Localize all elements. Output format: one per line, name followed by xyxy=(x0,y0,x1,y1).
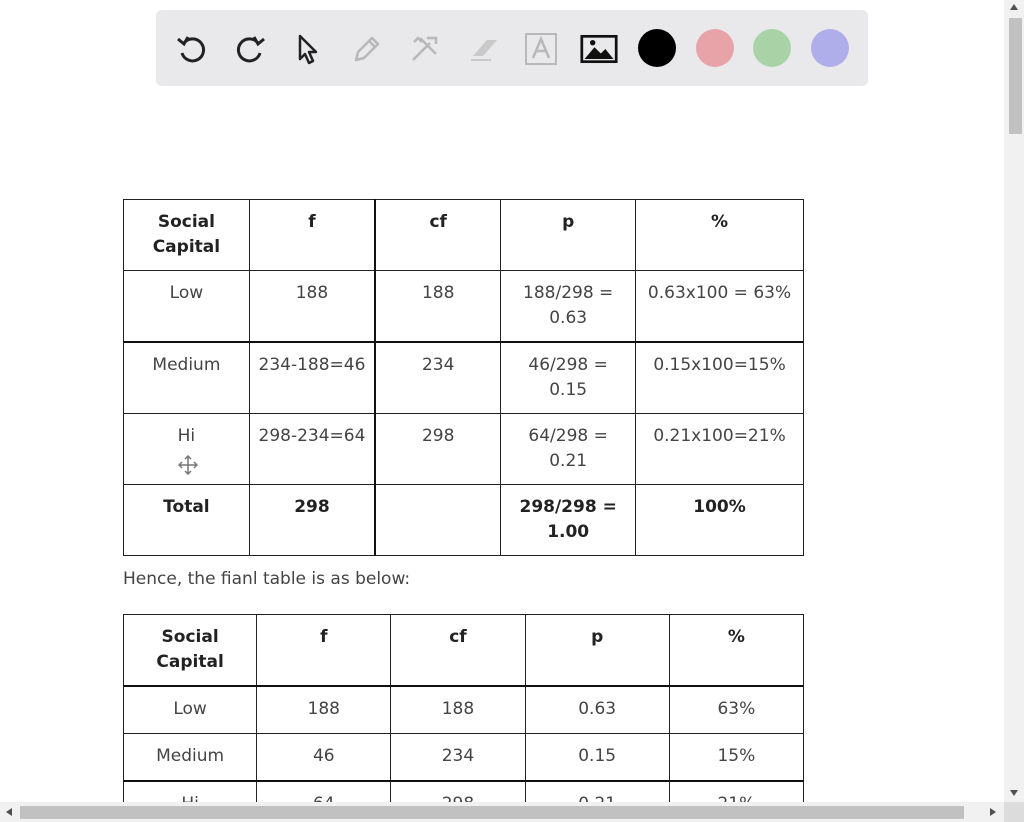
table-cell: 0.21 xyxy=(524,780,670,802)
table-row: Medium 234-188=46 234 46/298 = 0.15 0.15… xyxy=(123,341,804,414)
color-swatch-black[interactable] xyxy=(638,29,676,67)
table-cell: 100% xyxy=(635,484,804,556)
table-cell: 234 xyxy=(374,341,502,414)
table-cell: 188 xyxy=(256,685,392,734)
scrollbar-corner xyxy=(1004,802,1024,822)
color-swatch-purple[interactable] xyxy=(811,29,849,67)
table-header-row: Social Capital f cf p % xyxy=(122,614,805,687)
table-cell: 234 xyxy=(390,733,526,782)
table-cell: 46 xyxy=(256,733,392,782)
table-cell: 46/298 = 0.15 xyxy=(500,341,637,414)
table-row: Hi 64 298 0.21 21% xyxy=(122,780,805,802)
table-cell: 0.21x100=21% xyxy=(635,413,804,485)
undo-icon[interactable] xyxy=(173,30,211,68)
table-cell: 188 xyxy=(390,685,526,734)
scroll-right-icon[interactable] xyxy=(990,808,996,816)
table-row: Medium 46 234 0.15 15% xyxy=(122,733,805,782)
header-cell: p xyxy=(524,614,670,687)
vertical-scroll-thumb[interactable] xyxy=(1009,18,1022,134)
table-cell: Low xyxy=(123,270,250,343)
scroll-up-icon[interactable] xyxy=(1010,4,1018,10)
final-table: Social Capital f cf p % Low 188 188 0.63… xyxy=(122,614,805,802)
table-row: Low 188 188 188/298 = 0.63 0.63x100 = 63… xyxy=(123,270,804,343)
header-cell: cf xyxy=(374,199,502,271)
horizontal-scroll-thumb[interactable] xyxy=(20,806,964,819)
drawing-toolbar xyxy=(156,10,868,86)
table-row: Low 188 188 0.63 63% xyxy=(122,685,805,734)
table-cell: 15% xyxy=(668,733,805,782)
table-cell: 0.63 xyxy=(524,685,670,734)
table-cell: 298/298 = 1.00 xyxy=(500,484,637,556)
table-cell: 298 xyxy=(248,484,376,556)
document-canvas: Social Capital f cf p % Low 188 188 188/… xyxy=(0,0,1004,802)
move-cursor-icon xyxy=(177,454,199,479)
table-cell: 298-234=64 xyxy=(248,413,376,485)
header-cell: % xyxy=(635,199,804,271)
header-cell: cf xyxy=(390,614,526,687)
header-cell: % xyxy=(668,614,805,687)
calculation-table: Social Capital f cf p % Low 188 188 188/… xyxy=(123,199,804,556)
table-cell: Hi xyxy=(122,780,258,802)
table-cell: 0.15 xyxy=(524,733,670,782)
table-cell: 234-188=46 xyxy=(248,341,376,414)
table-cell: 63% xyxy=(668,685,805,734)
table-cell: 188 xyxy=(248,270,376,343)
vertical-scrollbar[interactable] xyxy=(1004,0,1024,802)
table-cell: 64/298 = 0.21 xyxy=(500,413,637,485)
table-cell: Total xyxy=(123,484,250,556)
table-cell xyxy=(374,484,502,556)
table-cell: 64 xyxy=(256,780,392,802)
table-cell: Low xyxy=(122,685,258,734)
color-swatch-pink[interactable] xyxy=(696,29,734,67)
table-cell: 0.63x100 = 63% xyxy=(635,270,804,343)
image-icon[interactable] xyxy=(580,30,618,68)
eraser-icon[interactable] xyxy=(465,30,503,68)
table-cell: 188 xyxy=(374,270,502,343)
table-header-row: Social Capital f cf p % xyxy=(123,199,804,271)
table-total-row: Total 298 298/298 = 1.00 100% xyxy=(123,484,804,556)
scroll-down-icon[interactable] xyxy=(1010,790,1018,796)
table-cell: Medium xyxy=(123,341,250,414)
table-cell: 298 xyxy=(390,780,526,802)
table-cell: 0.15x100=15% xyxy=(635,341,804,414)
pen-icon[interactable] xyxy=(348,30,386,68)
header-cell: Social Capital xyxy=(123,199,250,271)
tools-icon[interactable] xyxy=(406,30,444,68)
header-cell: Social Capital xyxy=(122,614,258,687)
table-cell: Medium xyxy=(122,733,258,782)
explanation-text: Hence, the fianl table is as below: xyxy=(123,569,411,589)
text-icon[interactable] xyxy=(522,30,560,68)
color-swatch-green[interactable] xyxy=(753,29,791,67)
table-cell: 298 xyxy=(374,413,502,485)
header-cell: p xyxy=(500,199,637,271)
horizontal-scrollbar[interactable] xyxy=(0,802,1004,822)
table-row: Hi 298-234=64 298 64/298 = 0.21 0.21x100… xyxy=(123,413,804,485)
scroll-left-icon[interactable] xyxy=(6,808,12,816)
header-cell: f xyxy=(248,199,376,271)
redo-icon[interactable] xyxy=(231,30,269,68)
pointer-icon[interactable] xyxy=(289,30,327,68)
header-cell: f xyxy=(256,614,392,687)
table-cell: 188/298 = 0.63 xyxy=(500,270,637,343)
table-cell: 21% xyxy=(668,780,805,802)
